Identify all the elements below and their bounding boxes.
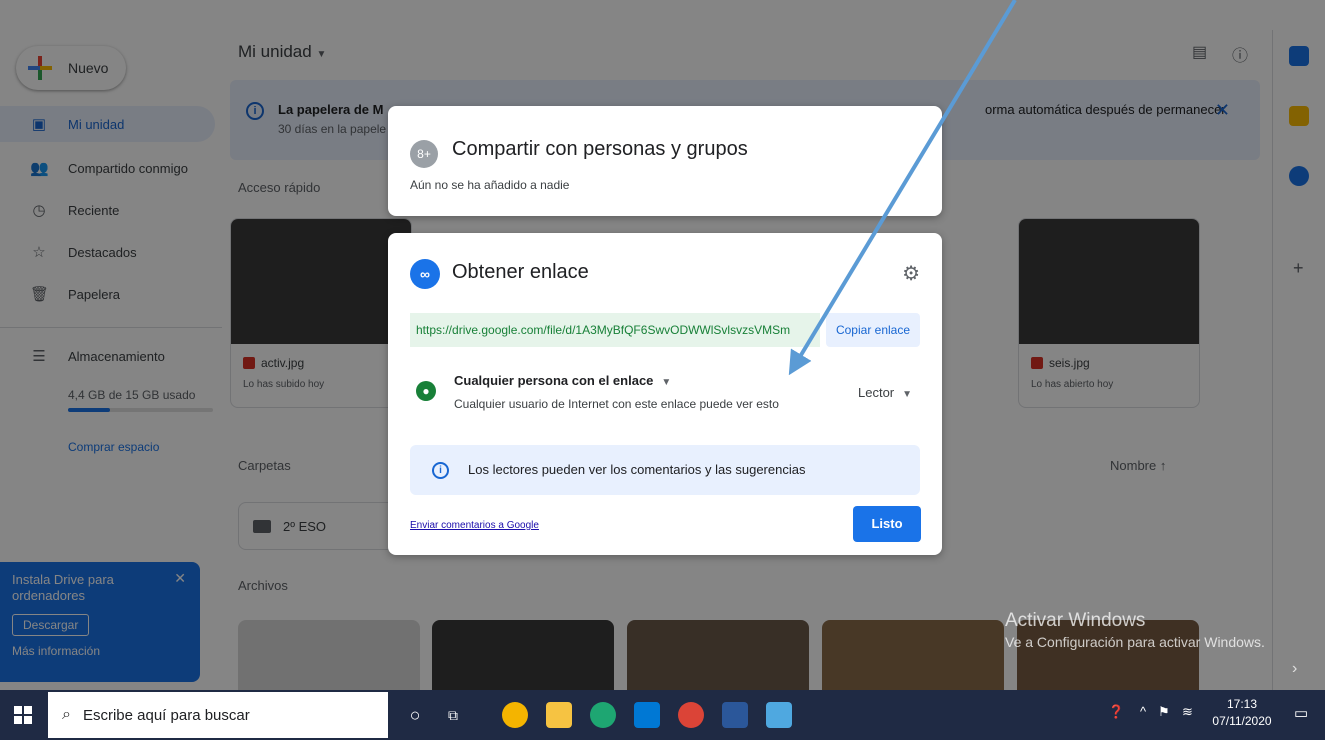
access-title: Cualquier persona con el enlace bbox=[454, 373, 654, 388]
info-notice: i Los lectores pueden ver los comentario… bbox=[410, 445, 920, 495]
share-dialog-subtitle: Aún no se ha añadido a nadie bbox=[410, 178, 570, 192]
feedback-link[interactable]: Enviar comentarios a Google bbox=[410, 520, 539, 531]
info-text: Los lectores pueden ver los comentarios … bbox=[468, 462, 806, 477]
clock-date: 07/11/2020 bbox=[1212, 714, 1272, 728]
watermark-line1: Activar Windows bbox=[1005, 610, 1146, 631]
info-icon: i bbox=[432, 462, 449, 479]
access-description: Cualquier usuario de Internet con este e… bbox=[454, 397, 779, 411]
cortana-icon[interactable]: ○ bbox=[402, 702, 428, 728]
role-label: Lector bbox=[858, 385, 895, 400]
gear-icon[interactable]: ⚙ bbox=[902, 261, 920, 286]
get-link-dialog: ∞ Obtener enlace ⚙ https://drive.google.… bbox=[388, 233, 942, 555]
caret-down-icon: ▼ bbox=[661, 377, 672, 388]
task-view-icon[interactable]: ⧉ bbox=[440, 702, 466, 728]
copy-link-button[interactable]: Copiar enlace bbox=[826, 313, 920, 347]
windows-start-icon[interactable] bbox=[14, 706, 32, 724]
done-button[interactable]: Listo bbox=[853, 506, 921, 542]
share-dialog: 8+ Compartir con personas y grupos Aún n… bbox=[388, 106, 942, 216]
caret-down-icon: ▼ bbox=[902, 389, 913, 400]
link-icon: ∞ bbox=[410, 259, 440, 289]
app-icon[interactable] bbox=[502, 702, 528, 728]
clock-time: 17:13 bbox=[1226, 697, 1258, 711]
search-placeholder: Escribe aquí para buscar bbox=[82, 706, 250, 724]
share-dialog-title: Compartir con personas y grupos bbox=[452, 138, 748, 160]
network-icon[interactable]: ⚑ bbox=[1158, 704, 1170, 720]
link-url-field[interactable]: https://drive.google.com/file/d/1A3MyBfQ… bbox=[410, 313, 820, 347]
get-link-title: Obtener enlace bbox=[452, 261, 589, 283]
file-explorer-icon[interactable] bbox=[546, 702, 572, 728]
notifications-icon[interactable]: ▭ bbox=[1294, 704, 1308, 722]
edge-icon[interactable] bbox=[590, 702, 616, 728]
role-dropdown[interactable]: Lector ▼ bbox=[858, 385, 912, 400]
chevron-right-icon[interactable]: › bbox=[1292, 660, 1297, 678]
watermark-line2: Ve a Configuración para activar Windows. bbox=[1005, 634, 1265, 650]
add-person-icon: 8+ bbox=[410, 140, 438, 168]
chrome-icon[interactable] bbox=[678, 702, 704, 728]
taskbar-search[interactable]: ⌕ Escribe aquí para buscar bbox=[48, 692, 388, 738]
activation-watermark: Activar Windows Ve a Configuración para … bbox=[1005, 610, 1265, 650]
wifi-icon[interactable]: ≋ bbox=[1182, 704, 1193, 720]
help-icon[interactable]: ❓ bbox=[1108, 704, 1124, 720]
clock[interactable]: 17:13 07/11/2020 bbox=[1210, 696, 1274, 730]
chevron-up-icon[interactable]: ^ bbox=[1140, 704, 1146, 719]
photos-icon[interactable] bbox=[766, 702, 792, 728]
access-dropdown[interactable]: Cualquier persona con el enlace ▼ bbox=[454, 373, 671, 388]
search-icon: ⌕ bbox=[62, 706, 71, 723]
globe-icon: ● bbox=[416, 381, 436, 401]
word-icon[interactable] bbox=[722, 702, 748, 728]
windows-taskbar: ⌕ Escribe aquí para buscar ○ ⧉ ❓ ^ ⚑ ≋ 1… bbox=[0, 690, 1325, 740]
mail-icon[interactable] bbox=[634, 702, 660, 728]
